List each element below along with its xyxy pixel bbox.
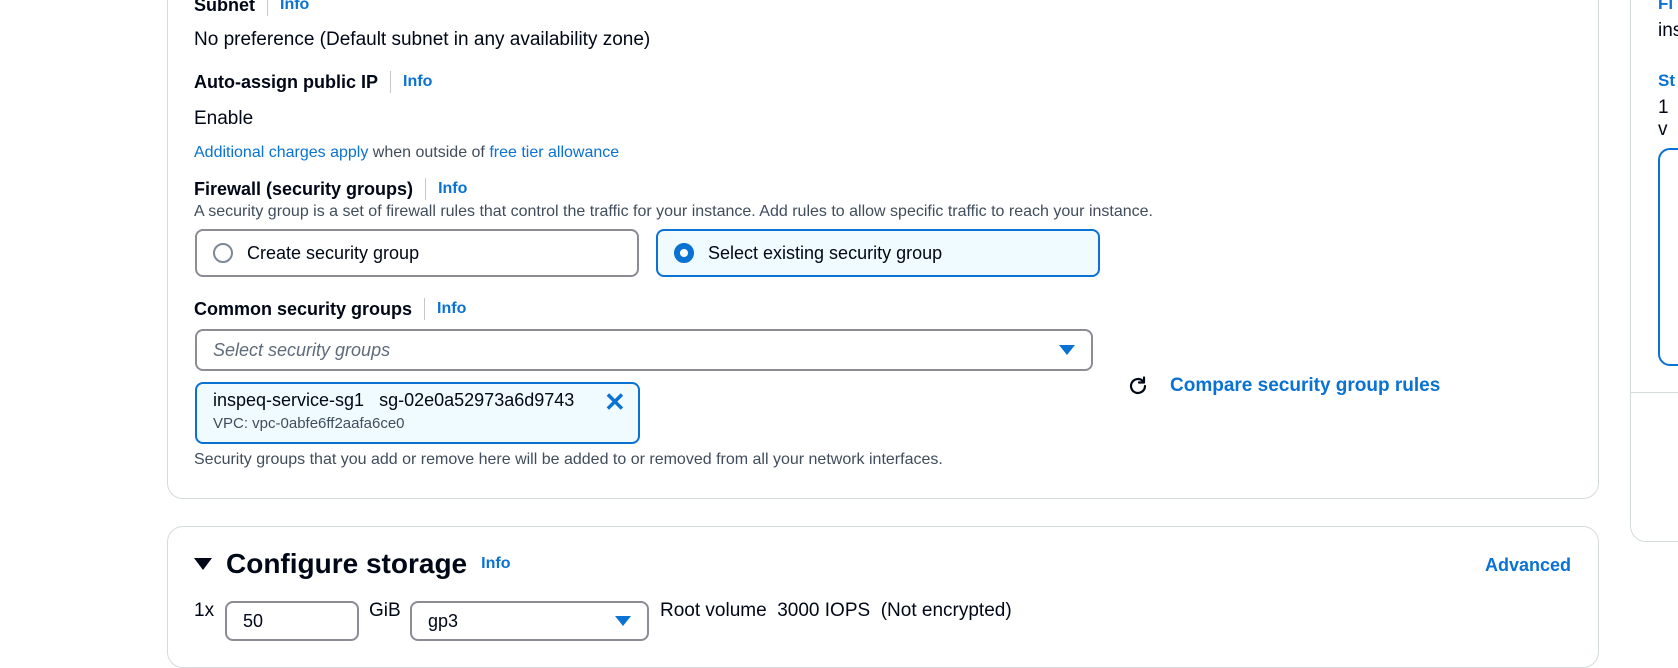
volume-multiplier: 1x <box>194 600 215 621</box>
divider <box>390 71 392 93</box>
volume-size-input[interactable]: 50 <box>225 601 359 641</box>
public-ip-value: Enable <box>194 108 254 129</box>
summary-text-first: ins <box>1658 20 1678 41</box>
option-label: Create security group <box>247 242 420 263</box>
collapse-triangle-icon[interactable] <box>194 558 212 570</box>
firewall-description: A security group is a set of firewall ru… <box>194 203 1153 220</box>
firewall-info-link[interactable]: Info <box>438 180 467 198</box>
create-security-group-option[interactable]: Create security group <box>195 229 639 277</box>
firewall-label-row: Firewall (security groups) Info <box>194 178 467 200</box>
divider <box>425 178 427 200</box>
configure-storage-header[interactable]: Configure storage Info <box>194 548 510 580</box>
advanced-link[interactable]: Advanced <box>1485 555 1571 576</box>
summary-info-box <box>1658 148 1678 366</box>
compare-security-group-rules-link[interactable]: Compare security group rules <box>1170 375 1440 397</box>
additional-charges-link[interactable]: Additional charges apply <box>194 144 368 161</box>
token-title: inspeq-service-sg1 sg-02e0a52973a6d9743 <box>213 390 622 411</box>
subnet-info-link[interactable]: Info <box>280 0 309 14</box>
charges-note: Additional charges apply when outside of… <box>194 144 619 162</box>
option-label: Select existing security group <box>708 242 943 263</box>
volume-unit: GiB <box>369 600 401 621</box>
caret-down-icon <box>615 616 631 626</box>
security-group-token: inspeq-service-sg1 sg-02e0a52973a6d9743 … <box>195 382 640 444</box>
storage-info-link[interactable]: Info <box>481 555 510 573</box>
charges-middle-text: when outside of <box>372 144 485 161</box>
divider <box>1630 392 1678 393</box>
volume-type-value: gp3 <box>428 611 459 631</box>
select-placeholder: Select security groups <box>213 339 391 360</box>
divider <box>424 298 426 320</box>
token-vpc: VPC: vpc-0abfe6ff2aafa6ce0 <box>213 415 405 432</box>
subnet-label-row: Subnet Info <box>194 0 309 16</box>
security-groups-select[interactable]: Select security groups <box>195 329 1093 371</box>
subnet-label: Subnet <box>194 0 255 15</box>
token-name: inspeq-service-sg1 <box>213 390 365 410</box>
token-id: sg-02e0a52973a6d9743 <box>379 390 575 410</box>
select-existing-security-group-option[interactable]: Select existing security group <box>656 229 1100 277</box>
common-sg-label: Common security groups <box>194 298 413 319</box>
summary-link-first[interactable]: Fi <box>1658 0 1673 14</box>
volume-description: Root volume 3000 IOPS (Not encrypted) <box>660 600 1012 621</box>
remove-token-close-icon[interactable]: ✕ <box>604 389 626 415</box>
public-ip-info-link[interactable]: Info <box>403 73 432 91</box>
summary-text-storage: 1 v <box>1658 97 1669 140</box>
public-ip-label: Auto-assign public IP <box>194 71 379 92</box>
storage-title: Configure storage <box>226 548 468 579</box>
radio-selected[interactable] <box>674 243 694 263</box>
summary-link-storage[interactable]: St <box>1658 71 1675 91</box>
radio-unselected[interactable] <box>213 243 233 263</box>
volume-type-select[interactable]: gp3 <box>410 601 649 641</box>
divider <box>267 0 268 16</box>
security-groups-note: Security groups that you add or remove h… <box>194 451 943 468</box>
subnet-value: No preference (Default subnet in any ava… <box>194 29 651 50</box>
firewall-label: Firewall (security groups) <box>194 178 414 199</box>
free-tier-link[interactable]: free tier allowance <box>489 144 619 161</box>
caret-down-icon <box>1059 345 1075 355</box>
common-sg-info-link[interactable]: Info <box>437 300 466 318</box>
common-sg-label-row: Common security groups Info <box>194 298 466 320</box>
refresh-icon[interactable] <box>1126 374 1150 398</box>
public-ip-label-row: Auto-assign public IP Info <box>194 71 432 93</box>
